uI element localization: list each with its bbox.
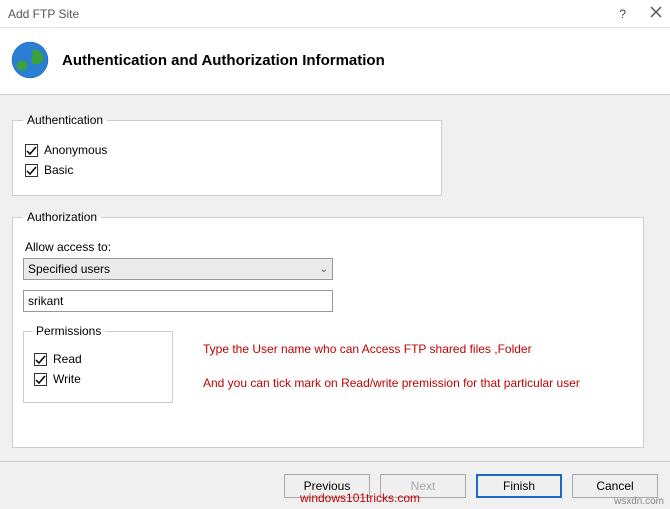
finish-button[interactable]: Finish: [476, 474, 562, 498]
anonymous-checkbox[interactable]: [25, 144, 38, 157]
write-label: Write: [53, 372, 81, 386]
globe-icon: [10, 40, 50, 80]
basic-checkbox[interactable]: [25, 164, 38, 177]
write-checkbox[interactable]: [34, 373, 47, 386]
allow-access-select[interactable]: Specified users ⌄: [23, 258, 333, 280]
basic-checkbox-row[interactable]: Basic: [25, 163, 429, 177]
titlebar: Add FTP Site ?: [0, 0, 670, 28]
header: Authentication and Authorization Informa…: [0, 28, 670, 95]
check-icon: [35, 374, 46, 385]
page-title: Authentication and Authorization Informa…: [62, 52, 385, 69]
authentication-group: Authentication Anonymous Basic: [12, 113, 442, 196]
annotation-username: Type the User name who can Access FTP sh…: [203, 342, 532, 356]
title-controls: ?: [619, 6, 662, 21]
authentication-legend: Authentication: [23, 113, 107, 127]
annotation-permissions: And you can tick mark on Read/write prem…: [203, 376, 580, 390]
close-icon: [650, 6, 662, 18]
authorization-legend: Authorization: [23, 210, 101, 224]
cancel-button[interactable]: Cancel: [572, 474, 658, 498]
help-button[interactable]: ?: [619, 7, 626, 21]
read-checkbox[interactable]: [34, 353, 47, 366]
allow-access-label: Allow access to:: [25, 240, 631, 254]
anonymous-checkbox-row[interactable]: Anonymous: [25, 143, 429, 157]
footer: Previous Next Finish Cancel windows101tr…: [0, 461, 670, 509]
read-checkbox-row[interactable]: Read: [34, 352, 162, 366]
close-button[interactable]: [650, 6, 662, 21]
allow-access-value: Specified users: [28, 262, 110, 276]
check-icon: [26, 145, 37, 156]
permissions-group: Permissions Read Write: [23, 324, 173, 403]
window-title: Add FTP Site: [8, 7, 79, 21]
permissions-legend: Permissions: [32, 324, 105, 338]
read-label: Read: [53, 352, 82, 366]
basic-label: Basic: [44, 163, 73, 177]
authorization-group: Authorization Allow access to: Specified…: [12, 210, 644, 448]
anonymous-label: Anonymous: [44, 143, 107, 157]
watermark-site2: wsxdn.com: [614, 496, 664, 507]
write-checkbox-row[interactable]: Write: [34, 372, 162, 386]
chevron-down-icon: ⌄: [320, 264, 328, 275]
user-name-input[interactable]: [23, 290, 333, 312]
content-area: Authentication Anonymous Basic Authoriza…: [0, 95, 670, 461]
check-icon: [26, 165, 37, 176]
watermark-site1: windows101tricks.com: [300, 491, 420, 505]
check-icon: [35, 354, 46, 365]
